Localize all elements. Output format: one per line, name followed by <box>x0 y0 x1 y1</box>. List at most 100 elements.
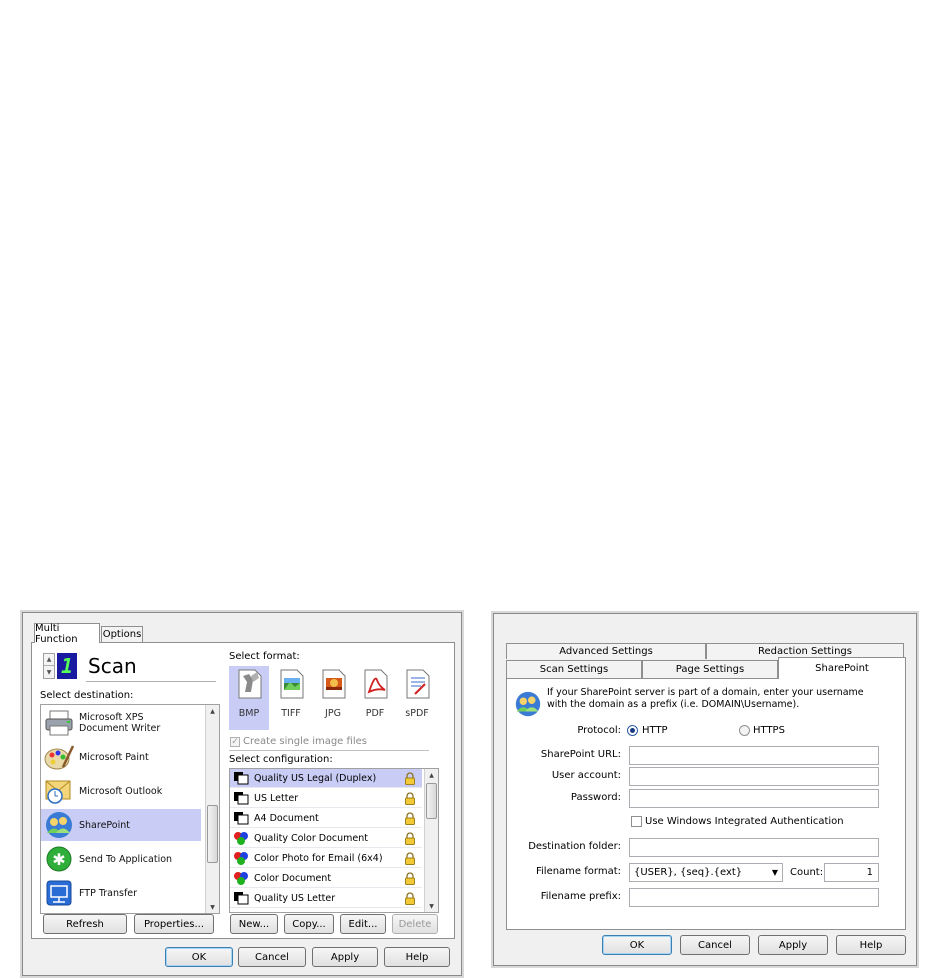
tab-multi-function[interactable]: Multi Function <box>34 622 100 645</box>
lock-icon <box>405 811 415 825</box>
format-label: PDF <box>365 708 385 719</box>
configuration-label: Quality US Letter <box>254 892 336 904</box>
http-radio[interactable] <box>627 725 638 736</box>
refresh-button[interactable]: Refresh <box>43 914 127 934</box>
configuration-label: Color Document <box>254 872 332 884</box>
help-button[interactable]: Help <box>836 935 906 955</box>
use-windows-auth-checkbox[interactable] <box>631 816 642 827</box>
format-pdf[interactable]: PDF <box>355 666 395 730</box>
select-format-label: Select format: <box>229 651 300 662</box>
ok-button[interactable]: OK <box>602 935 672 955</box>
lock-icon <box>405 831 415 845</box>
send-to-app-icon: ✱ <box>46 846 72 872</box>
apply-button[interactable]: Apply <box>312 947 378 967</box>
list-item[interactable]: Microsoft Paint <box>41 741 201 773</box>
list-item[interactable]: A4 Document <box>230 809 422 828</box>
format-spdf[interactable]: sPDF <box>397 666 437 730</box>
lock-icon <box>405 871 415 885</box>
destination-label: Microsoft Paint <box>79 751 149 763</box>
destination-label: SharePoint <box>79 819 131 831</box>
sharepoint-icon <box>46 812 72 838</box>
protocol-label: Protocol: <box>577 725 621 736</box>
format-jpg[interactable]: JPG <box>313 666 353 730</box>
properties-button[interactable]: Properties... <box>134 914 214 934</box>
tab-options-label: Options <box>102 629 142 640</box>
destination-scrollbar[interactable]: ▲ ▼ <box>205 705 219 913</box>
list-item[interactable]: ✱ Send To Application <box>41 843 201 875</box>
configuration-label: A4 Document <box>254 812 319 824</box>
bw-doc-icon <box>234 772 249 785</box>
list-item[interactable]: Quality US Legal (Duplex) <box>230 769 422 788</box>
format-label: TIFF <box>281 708 301 719</box>
info-text-line1: If your SharePoint server is part of a d… <box>547 687 864 698</box>
tab-sharepoint[interactable]: SharePoint <box>778 657 906 679</box>
spinner-down-icon[interactable]: ▼ <box>44 666 54 678</box>
ok-button[interactable]: OK <box>165 947 233 967</box>
format-label: sPDF <box>405 708 429 719</box>
list-item[interactable]: SharePoint <box>41 809 201 841</box>
spinner-up-icon[interactable]: ▲ <box>44 654 54 666</box>
tab-options[interactable]: Options <box>101 626 143 642</box>
list-item[interactable]: Color Photo for Email (6x4) <box>230 849 422 868</box>
destination-list[interactable]: Microsoft XPS Document Writer Microsoft … <box>40 704 220 914</box>
lock-icon <box>405 771 415 785</box>
color-doc-icon <box>234 872 248 885</box>
help-button[interactable]: Help <box>384 947 450 967</box>
https-radio[interactable] <box>739 725 750 736</box>
format-divider <box>229 750 429 751</box>
function-spinner[interactable]: ▲ ▼ <box>43 653 55 679</box>
sharepoint-panel: If your SharePoint server is part of a d… <box>506 678 906 930</box>
cancel-button[interactable]: Cancel <box>680 935 750 955</box>
tab-page-settings[interactable]: Page Settings <box>642 660 778 678</box>
tab-scan-settings-label: Scan Settings <box>539 664 609 675</box>
format-bmp[interactable]: BMP <box>229 666 269 730</box>
apply-button[interactable]: Apply <box>758 935 828 955</box>
copy-button[interactable]: Copy... <box>284 914 334 934</box>
configuration-list[interactable]: Quality US Legal (Duplex) US Letter A4 D… <box>229 768 439 913</box>
list-item[interactable]: Microsoft XPS Document Writer <box>41 707 201 739</box>
list-item[interactable]: Microsoft Outlook <box>41 775 201 807</box>
count-input[interactable]: 1 <box>824 863 879 882</box>
lock-icon <box>405 891 415 905</box>
filename-prefix-input[interactable] <box>629 888 879 907</box>
scroll-down-icon[interactable]: ▼ <box>206 901 219 913</box>
tab-scan-settings[interactable]: Scan Settings <box>506 660 642 678</box>
configuration-scrollbar[interactable]: ▲ ▼ <box>424 769 438 912</box>
scroll-thumb[interactable] <box>207 805 218 863</box>
list-item[interactable]: Quality US Letter <box>230 889 422 908</box>
list-item[interactable]: Color Document <box>230 869 422 888</box>
jpg-icon <box>322 669 346 699</box>
chevron-down-icon[interactable]: ▼ <box>772 868 778 877</box>
sharepoint-url-input[interactable] <box>629 746 879 765</box>
delete-button[interactable]: Delete <box>392 914 438 934</box>
http-label: HTTP <box>642 725 668 736</box>
destination-folder-label: Destination folder: <box>528 841 621 852</box>
scroll-up-icon[interactable]: ▲ <box>425 769 438 781</box>
tab-advanced-settings[interactable]: Advanced Settings <box>506 643 706 659</box>
select-destination-label: Select destination: <box>40 690 134 701</box>
create-single-image-checkbox[interactable]: ✓ <box>230 737 240 747</box>
new-button[interactable]: New... <box>230 914 278 934</box>
list-item[interactable]: US Letter <box>230 789 422 808</box>
select-configuration-label: Select configuration: <box>229 754 333 765</box>
function-number: 1 <box>60 654 74 678</box>
lock-icon <box>405 791 415 805</box>
scroll-thumb[interactable] <box>426 783 437 819</box>
user-account-input[interactable] <box>629 767 879 786</box>
filename-format-select[interactable]: {USER}, {seq}.{ext} ▼ <box>629 863 783 882</box>
scroll-up-icon[interactable]: ▲ <box>206 705 219 717</box>
edit-button[interactable]: Edit... <box>340 914 386 934</box>
destination-folder-input[interactable] <box>629 838 879 857</box>
format-label: BMP <box>238 708 260 719</box>
format-tiff[interactable]: TIFF <box>271 666 311 730</box>
scroll-down-icon[interactable]: ▼ <box>425 900 438 912</box>
cancel-button[interactable]: Cancel <box>238 947 306 967</box>
tiff-icon <box>280 669 304 699</box>
tab-multi-function-label: Multi Function <box>35 622 78 645</box>
list-item[interactable]: FTP Transfer <box>41 877 201 909</box>
configuration-label: Quality Color Document <box>254 832 369 844</box>
password-input[interactable] <box>629 789 879 808</box>
count-label: Count: <box>790 867 824 878</box>
list-item[interactable]: Quality Color Document <box>230 829 422 848</box>
sharepoint-url-label: SharePoint URL: <box>540 749 621 760</box>
